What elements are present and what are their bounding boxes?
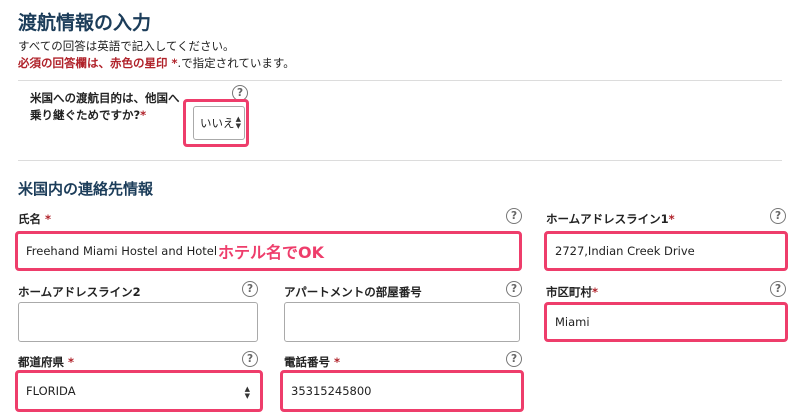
phone-label-text: 電話番号: [284, 355, 330, 369]
name-label: 氏名 *: [18, 211, 51, 227]
required-mark: *: [334, 355, 341, 369]
required-mark: *: [140, 108, 147, 122]
annotation-label: ホテル名でOK: [218, 243, 325, 262]
name-label-text: 氏名: [18, 212, 41, 226]
transit-select-value: いいえ: [200, 116, 235, 130]
required-note-text: 必須の回答欄は、赤色の星印 *: [18, 56, 178, 70]
city-label-text: 市区町村: [546, 285, 592, 299]
required-mark: *: [668, 212, 675, 226]
select-arrows-icon: ▲ ▼: [235, 115, 241, 130]
name-input-value: Freehand Miami Hostel and Hotel: [26, 244, 218, 258]
transit-select[interactable]: いいえ ▲ ▼: [193, 106, 245, 140]
page-title: 渡航情報の入力: [18, 12, 152, 34]
address1-input-value: 2727,Indian Creek Drive: [555, 244, 695, 258]
english-note: すべての回答は英語で記入してください。: [18, 39, 235, 53]
required-mark: *: [592, 285, 599, 299]
required-note-tail: .で指定されています。: [177, 56, 295, 70]
address1-input[interactable]: 2727,Indian Creek Drive: [544, 231, 788, 271]
divider: [18, 80, 782, 81]
required-mark: *: [45, 212, 52, 226]
state-label-text: 都道府県: [18, 355, 64, 369]
help-icon[interactable]: ?: [506, 208, 522, 224]
apartment-input[interactable]: [284, 302, 520, 342]
phone-label: 電話番号 *: [284, 354, 340, 370]
transit-question: 米国への渡航目的は、他国へ乗り継ぐためですか?*: [30, 90, 180, 124]
address1-label-text: ホームアドレスライン1: [546, 212, 669, 226]
help-icon[interactable]: ?: [770, 281, 786, 297]
address2-input[interactable]: [18, 302, 258, 342]
address1-label: ホームアドレスライン1*: [546, 211, 675, 227]
required-note: 必須の回答欄は、赤色の星印 *.で指定されています。: [18, 55, 295, 71]
help-icon[interactable]: ?: [506, 281, 522, 297]
help-icon[interactable]: ?: [506, 351, 522, 367]
address2-label: ホームアドレスライン2: [18, 285, 141, 299]
phone-input[interactable]: 35315245800: [280, 370, 524, 412]
select-arrows-icon: ▲ ▼: [244, 385, 250, 400]
help-icon[interactable]: ?: [242, 351, 258, 367]
transit-question-label: 米国への渡航目的は、他国へ乗り継ぐためですか?: [30, 91, 180, 122]
help-icon[interactable]: ?: [770, 208, 786, 224]
state-select[interactable]: FLORIDA ▲ ▼: [15, 370, 263, 412]
phone-input-value: 35315245800: [291, 384, 372, 398]
apartment-label: アパートメントの部屋番号: [284, 285, 422, 299]
help-icon[interactable]: ?: [242, 281, 258, 297]
state-label: 都道府県 *: [18, 354, 74, 370]
city-input-value: Miami: [555, 315, 590, 329]
city-label: 市区町村*: [546, 284, 598, 300]
city-input[interactable]: Miami: [544, 302, 788, 342]
section-title: 米国内の連絡先情報: [18, 180, 154, 198]
divider: [18, 160, 782, 161]
required-mark: *: [68, 355, 75, 369]
state-select-value: FLORIDA: [26, 384, 76, 398]
